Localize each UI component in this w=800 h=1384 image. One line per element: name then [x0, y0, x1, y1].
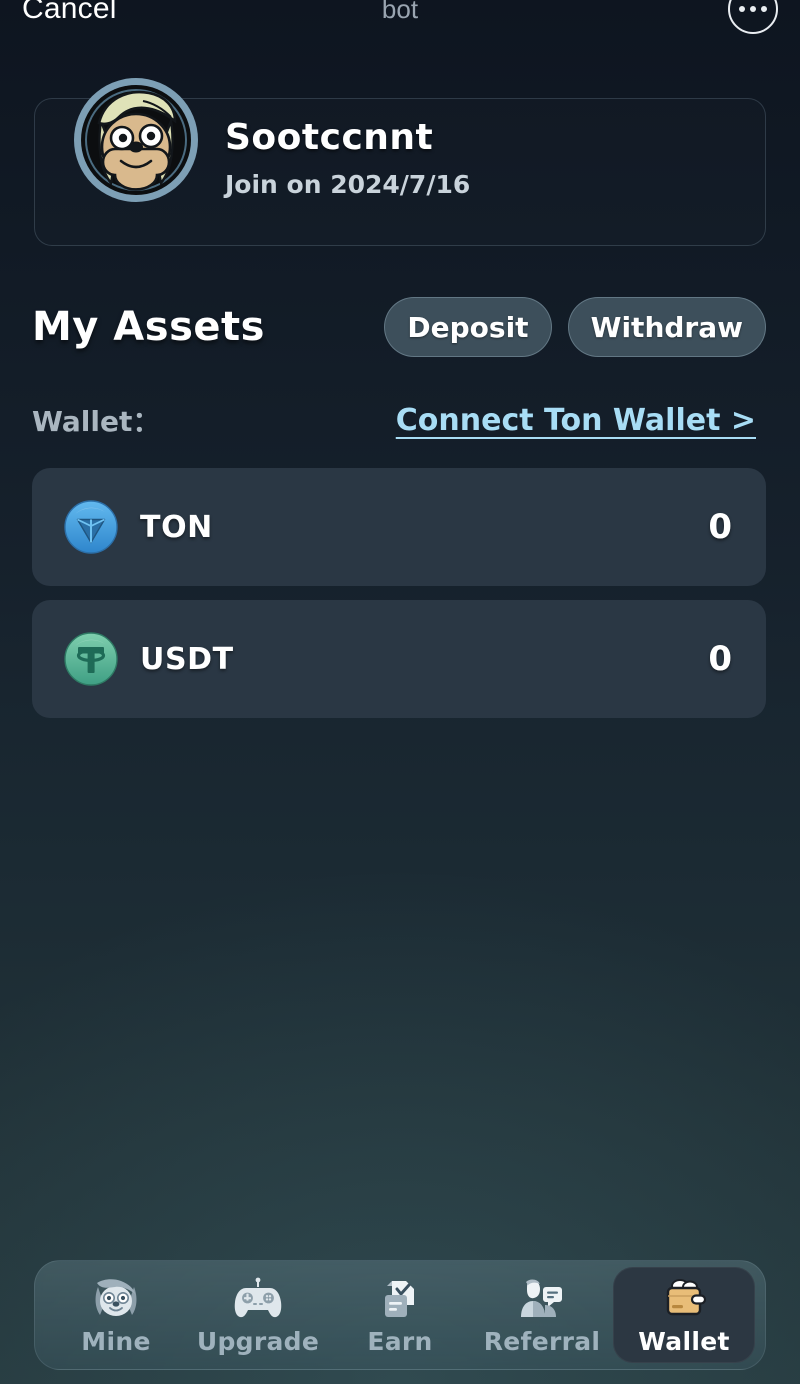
profile-join-date: Join on 2024/7/16	[225, 170, 471, 199]
profile-texts: Sootccnnt Join on 2024/7/16	[225, 117, 470, 199]
asset-list: TON 0 USDT 0	[32, 468, 766, 732]
cancel-button[interactable]: Cancel	[22, 0, 117, 26]
tab-earn[interactable]: Earn	[329, 1267, 471, 1363]
page-title: My Assets	[32, 304, 265, 350]
withdraw-button[interactable]: Withdraw	[567, 297, 766, 357]
bottom-tab-bar: Mine Upgrade Earn Referral Wallet	[34, 1260, 766, 1370]
more-horizontal-icon[interactable]	[728, 0, 778, 34]
tab-label: Earn	[367, 1326, 433, 1356]
wallet-row: Wallet： Connect Ton Wallet >	[32, 396, 756, 444]
deposit-button[interactable]: Deposit	[384, 297, 552, 357]
table-row[interactable]: TON 0	[32, 468, 766, 586]
referral-people-icon	[516, 1275, 568, 1325]
profile-card: Sootccnnt Join on 2024/7/16	[34, 78, 766, 246]
wallet-icon	[658, 1275, 710, 1325]
coin-name: USDT	[140, 641, 234, 677]
connect-ton-wallet-link[interactable]: Connect Ton Wallet >	[396, 403, 756, 438]
wallet-label: Wallet：	[32, 405, 161, 438]
tab-mine[interactable]: Mine	[45, 1267, 187, 1363]
ton-coin-icon	[64, 500, 118, 554]
tab-referral[interactable]: Referral	[471, 1267, 613, 1363]
profile-name: Sootccnnt	[225, 117, 434, 158]
tab-upgrade[interactable]: Upgrade	[187, 1267, 329, 1363]
task-checklist-icon	[374, 1275, 426, 1325]
asset-actions: Deposit Withdraw	[384, 297, 766, 357]
table-row[interactable]: USDT 0	[32, 600, 766, 718]
coin-balance: 0	[708, 639, 732, 679]
tab-label: Mine	[81, 1326, 151, 1356]
coin-balance: 0	[708, 507, 732, 547]
coin-name: TON	[140, 509, 213, 545]
app-title: bot	[381, 0, 419, 24]
tab-label: Referral	[483, 1326, 601, 1356]
tab-label: Upgrade	[196, 1326, 320, 1356]
tab-label: Wallet	[638, 1326, 730, 1356]
usdt-coin-icon	[64, 632, 118, 686]
avatar	[71, 75, 201, 205]
assets-header: My Assets Deposit Withdraw	[32, 296, 766, 358]
dog-face-icon	[90, 1275, 142, 1325]
gamepad-icon	[232, 1275, 284, 1325]
tab-wallet[interactable]: Wallet	[613, 1267, 755, 1363]
top-bar: Cancel bot	[0, 0, 800, 40]
wallet-screen: Cancel bot Sootccnnt Join on 2024/7/16 M…	[0, 0, 800, 1384]
